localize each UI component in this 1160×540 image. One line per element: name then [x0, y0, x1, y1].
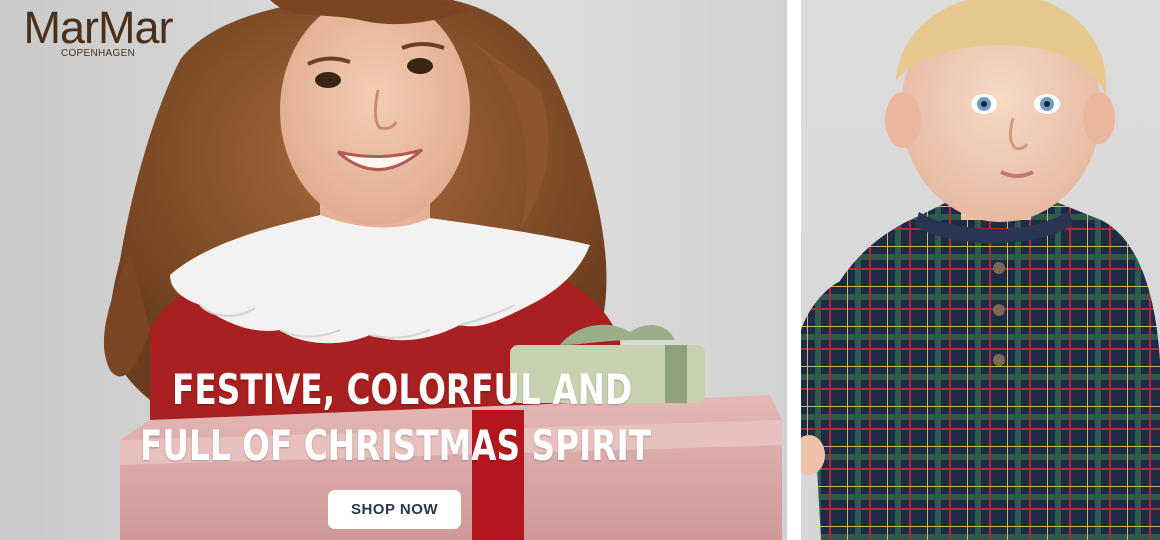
shop-now-button[interactable]: SHOP NOW — [328, 490, 461, 529]
hero-headline: FESTIVE, COLORFUL AND FULL OF CHRISTMAS … — [140, 362, 680, 474]
hero-image-right[interactable] — [801, 0, 1160, 540]
headline-line-2: FULL OF CHRISTMAS SPIRIT — [140, 421, 652, 470]
baby-in-plaid-shirt-photo — [801, 0, 1160, 540]
brand-logo[interactable]: MarMar COPENHAGEN — [8, 2, 188, 59]
brand-name: MarMar — [23, 2, 174, 53]
hero-image-left[interactable]: MarMar COPENHAGEN FESTIVE, COLORFUL AND … — [0, 0, 787, 540]
hero-banner[interactable]: MarMar COPENHAGEN FESTIVE, COLORFUL AND … — [0, 0, 1160, 540]
headline-line-1: FESTIVE, COLORFUL AND — [172, 365, 633, 414]
panel-divider — [787, 0, 801, 540]
